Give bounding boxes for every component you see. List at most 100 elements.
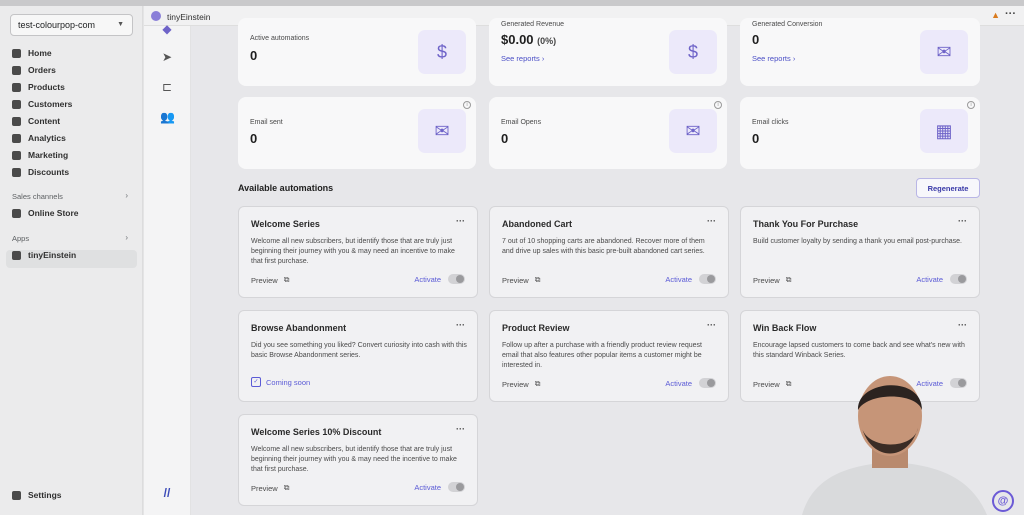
more-options-icon[interactable]: ··· — [456, 424, 465, 434]
sidebar-item-label: Products — [28, 82, 65, 92]
coming-soon-label: Coming soon — [266, 377, 311, 387]
audience-icon[interactable]: 👥 — [160, 110, 175, 124]
section-label: Apps — [12, 234, 30, 243]
presenter-webcam-overlay — [802, 376, 987, 515]
activate-toggle[interactable] — [448, 274, 465, 284]
activate-label[interactable]: Activate — [665, 379, 692, 388]
chevron-right-icon[interactable]: › — [125, 191, 128, 200]
preview-label: Preview — [753, 379, 780, 389]
more-options-icon[interactable]: ··· — [1005, 8, 1016, 20]
calendar-check-icon: ✓ — [251, 377, 261, 387]
sidebar-item-home[interactable]: Home — [12, 48, 52, 58]
brand-mark-icon: // — [163, 486, 171, 500]
preview-link[interactable]: Preview ⧉ — [502, 275, 540, 285]
chevron-down-icon: ▼ — [117, 21, 124, 28]
template-icon[interactable]: ⊏ — [160, 80, 174, 94]
sidebar-item-label: Analytics — [28, 133, 66, 143]
automation-description: Welcome all new subscribers, but identif… — [251, 238, 455, 265]
stat-card-active-automations: Active automations 0 $ — [238, 18, 476, 86]
store-icon — [12, 208, 21, 218]
tag-icon — [12, 82, 21, 92]
info-icon[interactable]: i — [967, 101, 975, 109]
open-mail-icon: ✉ — [669, 109, 717, 153]
sidebar-item-products[interactable]: Products — [12, 82, 65, 92]
sidebar-item-settings[interactable]: Settings — [12, 490, 62, 500]
more-options-icon[interactable]: ··· — [707, 320, 716, 330]
link-label: See reports — [501, 54, 540, 63]
sidebar-item-content[interactable]: Content — [12, 116, 60, 126]
sidebar-item-tinyeinstein[interactable]: tinyEinstein — [12, 250, 76, 260]
automation-title: Welcome Series — [251, 219, 320, 229]
regenerate-button[interactable]: Regenerate — [916, 178, 980, 198]
automation-title: Abandoned Cart — [502, 219, 573, 229]
activate-toggle[interactable] — [699, 378, 716, 388]
activate-toggle[interactable] — [950, 274, 967, 284]
sidebar-item-customers[interactable]: Customers — [12, 99, 72, 109]
preview-link[interactable]: Preview ⧉ — [251, 483, 289, 493]
info-icon[interactable]: i — [463, 101, 471, 109]
stat-value: 0 — [501, 131, 509, 146]
sales-channels-section[interactable]: Sales channels — [12, 192, 132, 201]
activate-label[interactable]: Activate — [916, 275, 943, 284]
sidebar-item-analytics[interactable]: Analytics — [12, 133, 66, 143]
store-selector[interactable]: test-colourpop-com ▼ — [10, 14, 133, 36]
sidebar-item-online-store[interactable]: Online Store — [12, 208, 79, 218]
activate-label[interactable]: Activate — [414, 275, 441, 284]
link-label: See reports — [752, 54, 791, 63]
dollar-coin-icon: $ — [669, 30, 717, 74]
chart-icon — [12, 133, 21, 143]
app-title: tinyEinstein — [167, 12, 211, 22]
activate-toggle[interactable] — [448, 482, 465, 492]
stat-label: Generated Conversion — [752, 21, 823, 28]
stat-label: Email clicks — [752, 119, 789, 126]
sidebar-item-marketing[interactable]: Marketing — [12, 150, 68, 160]
mail-envelope-icon: ✉ — [920, 30, 968, 74]
sidebar-item-label: Customers — [28, 99, 73, 109]
more-options-icon[interactable]: ··· — [707, 216, 716, 226]
more-options-icon[interactable]: ··· — [456, 216, 465, 226]
automation-description: Follow up after a purchase with a friend… — [502, 342, 702, 369]
activate-toggle[interactable] — [699, 274, 716, 284]
toggle-knob — [958, 275, 966, 283]
discount-icon — [12, 167, 21, 177]
automation-title: Win Back Flow — [753, 323, 817, 333]
at-sign-icon: @ — [992, 490, 1014, 512]
send-icon[interactable]: ➤ — [160, 50, 174, 64]
sidebar-item-label: Marketing — [28, 150, 69, 160]
see-reports-link[interactable]: See reports › — [752, 54, 795, 63]
preview-link[interactable]: Preview ⧉ — [753, 379, 791, 389]
external-link-icon: ⧉ — [534, 275, 541, 284]
automation-description: Encourage lapsed customers to come back … — [753, 342, 965, 359]
stat-card-email-sent: i Email sent 0 ✉ — [238, 97, 476, 169]
apps-section[interactable]: Apps — [12, 234, 29, 243]
info-icon[interactable]: i — [714, 101, 722, 109]
automation-title: Product Review — [502, 323, 570, 333]
dashboard-icon[interactable]: ◆ — [160, 22, 174, 36]
stat-label: Active automations — [250, 35, 310, 42]
sidebar-item-label: Discounts — [28, 167, 70, 177]
orders-icon — [12, 65, 21, 75]
fast-mail-icon: ✉ — [418, 109, 466, 153]
sidebar-item-orders[interactable]: Orders — [12, 65, 56, 75]
preview-link[interactable]: Preview ⧉ — [251, 275, 289, 285]
see-reports-link[interactable]: See reports › — [501, 54, 544, 63]
gear-icon — [12, 490, 21, 500]
chevron-right-icon[interactable]: › — [125, 233, 128, 242]
preview-link[interactable]: Preview ⧉ — [502, 379, 540, 389]
stat-value: 0 — [752, 32, 760, 47]
sidebar-item-discounts[interactable]: Discounts — [12, 167, 69, 177]
more-options-icon[interactable]: ··· — [456, 320, 465, 330]
click-screen-icon: ▦ — [920, 109, 968, 153]
content-icon — [12, 116, 21, 126]
activate-label[interactable]: Activate — [665, 275, 692, 284]
pin-icon[interactable]: ▲ — [991, 10, 1000, 20]
preview-label: Preview — [502, 275, 529, 285]
more-options-icon[interactable]: ··· — [958, 320, 967, 330]
sidebar-item-label: Content — [28, 116, 61, 126]
preview-link[interactable]: Preview ⧉ — [753, 275, 791, 285]
activate-label[interactable]: Activate — [414, 483, 441, 492]
automation-title: Welcome Series 10% Discount — [251, 427, 382, 437]
sidebar-item-label: Home — [28, 48, 52, 58]
automation-description: Welcome all new subscribers, but identif… — [251, 446, 457, 473]
more-options-icon[interactable]: ··· — [958, 216, 967, 226]
